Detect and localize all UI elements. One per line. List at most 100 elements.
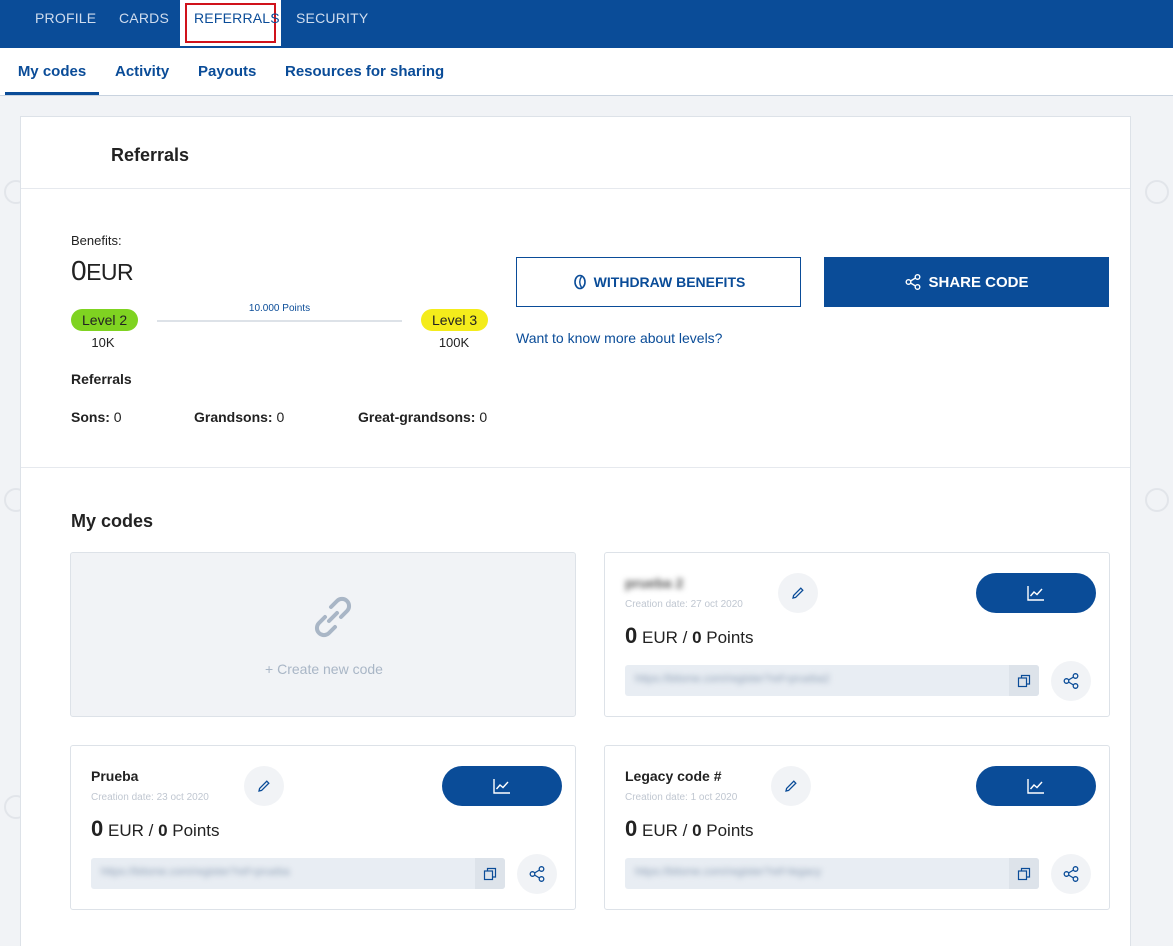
code-eur-value: 0 [625,816,638,841]
current-level-points: 10K [91,335,115,350]
share-icon [1063,673,1079,689]
code-url-field[interactable]: https://bitsme.com/register?ref=prueba [91,858,505,889]
tab-referrals-label: REFERRALS [194,10,280,26]
share-code-link-button[interactable] [1051,661,1091,701]
withdraw-benefits-button[interactable]: WITHDRAW BENEFITS [516,257,801,307]
copy-url-button[interactable] [475,858,505,889]
code-card: prueba 2 Creation date: 27 oct 2020 0 EU… [604,552,1110,717]
chart-icon [493,779,510,794]
code-card: Legacy code # Creation date: 1 oct 2020 … [604,745,1110,910]
code-url-field[interactable]: https://bitsme.com/register?ref=legacy [625,858,1039,889]
tab-profile[interactable]: PROFILE [35,0,96,46]
code-points-value: 0 [692,821,702,840]
grandsons-value: 0 [276,409,285,425]
pencil-icon [258,780,270,792]
tab-cards[interactable]: CARDS [119,0,169,46]
code-eur-label: EUR / [641,821,688,840]
code-eur-value: 0 [91,816,104,841]
code-points-label: Points [172,821,220,840]
sons-value: 0 [113,409,122,425]
my-codes-heading: My codes [71,511,154,531]
code-name: Legacy code # [625,768,722,784]
pencil-icon [785,780,797,792]
tab-referrals[interactable]: REFERRALS [180,0,281,46]
sons-count: Sons: 0 [71,409,122,425]
subtab-my-codes[interactable]: My codes [5,48,99,95]
levels-info-link[interactable]: Want to know more about levels? [516,330,722,346]
code-earnings: 0 EUR / 0 Points [625,816,754,842]
copy-icon [483,867,497,880]
share-icon [529,866,545,882]
sub-nav: My codes Activity Payouts Resources for … [0,48,1173,96]
grandsons-count: Grandsons: 0 [194,409,284,425]
edit-code-button[interactable] [778,573,818,613]
share-icon [1063,866,1079,882]
level-progress-bar [157,320,402,322]
code-name: Prueba [91,768,139,784]
code-eur-value: 0 [625,623,638,648]
current-level-badge: Level 2 [71,309,139,331]
code-earnings: 0 EUR / 0 Points [91,816,220,842]
code-url: https://bitsme.com/register?ref=prueba2 [635,673,830,685]
code-url-field[interactable]: https://bitsme.com/register?ref=prueba2 [625,665,1039,696]
referrals-panel: Referrals Benefits: 0EUR Level 2 10K 10.… [20,116,1131,946]
code-points-value: 0 [692,628,702,647]
code-stats-button[interactable] [976,573,1096,613]
benefits-amount-value: 0 [71,255,87,286]
next-level-points: 100K [438,335,470,350]
edit-code-button[interactable] [244,766,284,806]
code-name: prueba 2 [625,575,684,591]
code-eur-label: EUR / [641,628,688,647]
copy-icon [1017,867,1031,880]
chart-icon [1027,779,1044,794]
code-url: https://bitsme.com/register?ref=legacy [635,866,822,878]
share-code-link-button[interactable] [1051,854,1091,894]
withdraw-benefits-label: WITHDRAW BENEFITS [593,274,746,290]
code-earnings: 0 EUR / 0 Points [625,623,754,649]
copy-url-button[interactable] [1009,665,1039,696]
top-nav: PROFILE CARDS REFERRALS SECURITY [0,0,1173,48]
edit-code-button[interactable] [771,766,811,806]
code-points-label: Points [706,821,754,840]
section-divider [21,467,1130,468]
coin-icon [573,274,586,290]
great-grandsons-label: Great-grandsons: [358,409,476,425]
code-creation-date: Creation date: 27 oct 2020 [625,599,743,610]
subtab-payouts[interactable]: Payouts [198,48,256,95]
sons-label: Sons: [71,409,110,425]
link-icon [314,596,352,638]
share-code-button[interactable]: SHARE CODE [824,257,1109,307]
code-url: https://bitsme.com/register?ref=prueba [101,866,290,878]
share-icon [905,274,921,290]
benefits-label: Benefits: [71,233,122,248]
subtab-activity[interactable]: Activity [115,48,169,95]
tab-security[interactable]: SECURITY [296,0,368,46]
copy-url-button[interactable] [1009,858,1039,889]
background-pattern-icon [1145,488,1169,512]
code-card: Prueba Creation date: 23 oct 2020 0 EUR … [70,745,576,910]
code-creation-date: Creation date: 1 oct 2020 [625,792,738,803]
code-creation-date: Creation date: 23 oct 2020 [91,792,209,803]
create-new-code-label: + Create new code [265,661,383,677]
next-level-badge: Level 3 [421,309,489,331]
code-points-value: 0 [158,821,168,840]
great-grandsons-count: Great-grandsons: 0 [358,409,487,425]
code-stats-button[interactable] [442,766,562,806]
code-eur-label: EUR / [107,821,154,840]
share-code-link-button[interactable] [517,854,557,894]
subtab-resources-for-sharing[interactable]: Resources for sharing [285,48,444,95]
code-points-label: Points [706,628,754,647]
grandsons-label: Grandsons: [194,409,273,425]
benefits-amount: 0EUR [71,255,134,287]
chart-icon [1027,586,1044,601]
great-grandsons-value: 0 [479,409,488,425]
copy-icon [1017,674,1031,687]
code-stats-button[interactable] [976,766,1096,806]
benefits-currency: EUR [86,259,134,285]
header-divider [21,188,1130,189]
panel-title: Referrals [111,145,190,165]
create-new-code-button[interactable]: + Create new code [70,552,576,717]
share-code-label: SHARE CODE [928,273,1029,291]
level-progress-label: 10.000 Points [248,303,311,314]
background-pattern-icon [1145,180,1169,204]
